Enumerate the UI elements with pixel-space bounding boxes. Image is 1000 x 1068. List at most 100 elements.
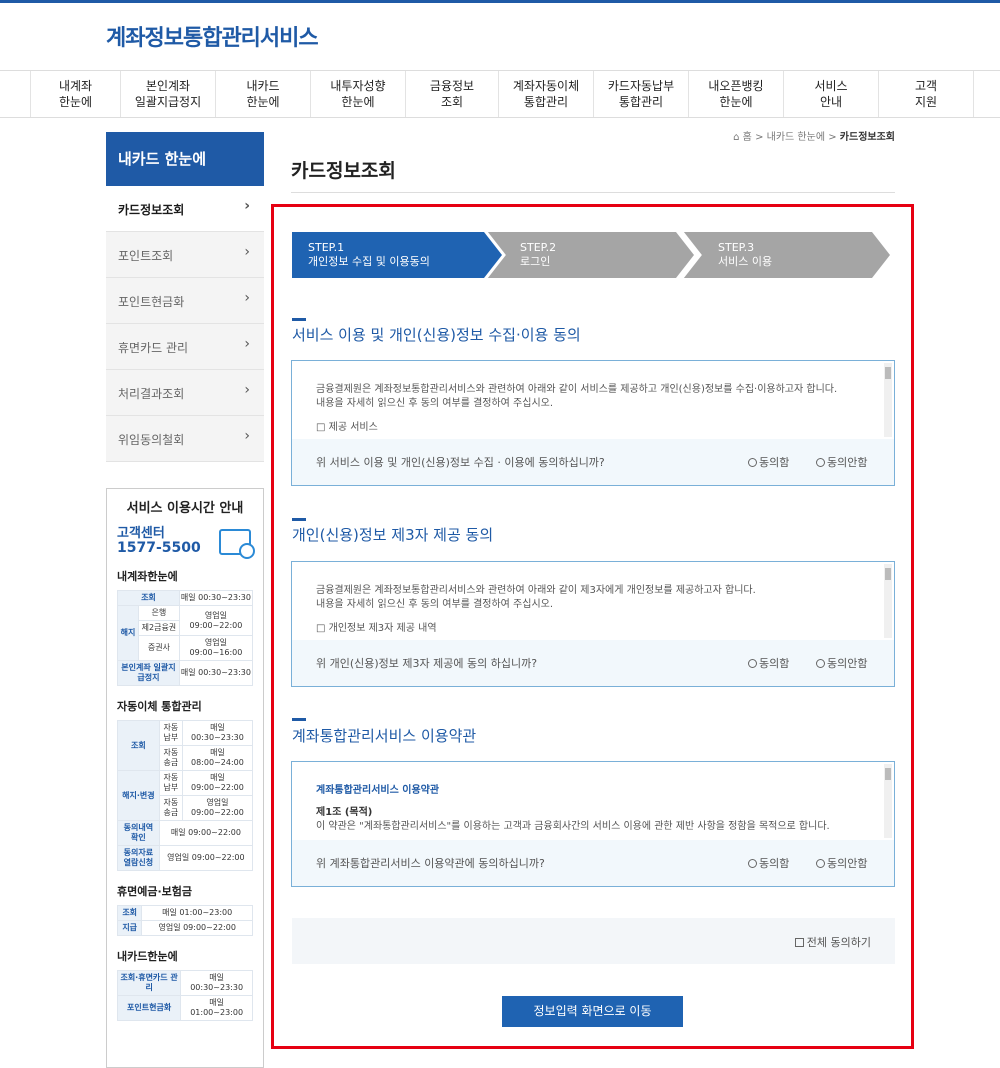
hours-cell: 영업일 09:00~22:00 xyxy=(178,605,254,636)
hours-table-accounts: 조회 매일 00:30~23:30 해지 은행 영업일 09:00~22:00 제2금… xyxy=(117,590,254,686)
hours-cell: 자동납부 xyxy=(158,720,183,746)
go-to-input-button[interactable]: 정보입력 화면으로 이동 xyxy=(502,996,683,1027)
gnb-item-my-accounts[interactable]: 내계좌 한눈에 xyxy=(31,71,121,117)
radio-label: 동의안함 xyxy=(827,456,868,469)
hours-cell: 해지·변경 xyxy=(117,770,160,821)
gnb-label: 내계좌 한눈에 xyxy=(58,79,93,109)
terms-text: □ 제공 서비스 xyxy=(316,422,378,433)
side-nav-item-results[interactable]: 처리결과조회 › xyxy=(106,370,264,416)
side-nav-label: 처리결과조회 xyxy=(118,387,185,401)
chevron-right-icon: › xyxy=(244,382,250,398)
hours-table-dormant: 조회 매일 01:00~23:00 지급 영업일 09:00~22:00 xyxy=(116,905,253,936)
gnb-item-auto-transfer[interactable]: 계좌자동이체 통합관리 xyxy=(499,71,594,117)
scrollbar[interactable] xyxy=(884,564,892,638)
agree-radio[interactable]: 동의함 xyxy=(748,855,789,871)
chevron-right-icon: › xyxy=(244,290,250,306)
hours-cell: 해지 xyxy=(117,605,139,661)
step-label: 개인정보 수집 및 이용동의 xyxy=(308,255,430,268)
gnb-item-finance-info[interactable]: 금융정보 조회 xyxy=(406,71,499,117)
section-title-consent: 서비스 이용 및 개인(신용)정보 수집·이용 동의 xyxy=(292,326,581,344)
consent-question-row: 위 계좌통합관리서비스 이용약관에 동의하십니까? 동의함 동의안함 xyxy=(292,840,894,886)
radio-circle-icon xyxy=(816,659,825,668)
disagree-radio[interactable]: 동의안함 xyxy=(816,855,867,871)
gnb-label: 본인계좌 일괄지급정지 xyxy=(134,79,202,109)
radio-label: 동의안함 xyxy=(827,857,868,870)
side-nav-item-point-cash[interactable]: 포인트현금화 › xyxy=(106,278,264,324)
gnb-item-open-banking[interactable]: 내오픈뱅킹 한눈에 xyxy=(689,71,784,117)
terms-text: 금융결제원은 계좌정보통합관리서비스와 관련하여 아래와 같이 제3자에게 개인… xyxy=(316,585,756,596)
breadcrumb-current: 카드정보조회 xyxy=(839,132,895,143)
side-nav-label: 휴면카드 관리 xyxy=(118,341,189,355)
consent-question: 위 개인(신용)정보 제3자 제공에 동의 하십니까? xyxy=(316,657,538,670)
side-nav-label: 포인트현금화 xyxy=(118,295,185,309)
terms-heading: 계좌통합관리서비스 이용약관 xyxy=(316,785,440,796)
hours-cell: 매일 00:30~23:30 xyxy=(181,720,254,746)
service-hours-box: 서비스 이용시간 안내 고객센터 1577-5500 내계좌한눈에 조회 매일 0… xyxy=(106,488,264,1068)
hours-cell: 조회 xyxy=(117,590,180,606)
radio-label: 동의안함 xyxy=(827,657,868,670)
all-agree-label: 전체 동의하기 xyxy=(806,936,871,949)
hours-section-title: 내계좌한눈에 xyxy=(117,570,178,583)
gnb-item-card-autopay[interactable]: 카드자동납부 통합관리 xyxy=(594,71,689,117)
global-nav: 내계좌 한눈에 본인계좌 일괄지급정지 내카드 한눈에 내투자성향 한눈에 금융… xyxy=(0,70,1000,118)
agree-radio[interactable]: 동의함 xyxy=(748,454,789,470)
radio-circle-icon xyxy=(748,458,757,467)
breadcrumb-home[interactable]: 홈 xyxy=(743,132,752,143)
breadcrumb-separator: > xyxy=(755,132,764,143)
consent-question: 위 서비스 이용 및 개인(신용)정보 수집 · 이용에 동의하십니까? xyxy=(316,456,605,469)
gnb-spacer xyxy=(0,71,31,117)
consent-box-service: 금융결제원은 계좌정보통합관리서비스와 관련하여 아래와 같이 서비스를 제공하… xyxy=(291,360,895,486)
side-nav-item-dormant-card[interactable]: 휴면카드 관리 › xyxy=(106,324,264,370)
hours-cell: 매일 01:00~23:00 xyxy=(180,995,253,1021)
chevron-right-icon: › xyxy=(244,244,250,260)
gnb-label: 내카드 한눈에 xyxy=(246,79,280,109)
hours-cell: 자동송금 xyxy=(158,745,183,771)
hours-cell: 영업일 09:00~22:00 xyxy=(141,920,253,936)
terms-text: 내용을 자세히 읽으신 후 동의 여부를 결정하여 주십시오. xyxy=(316,398,554,409)
gnb-item-my-cards[interactable]: 내카드 한눈에 xyxy=(216,71,311,117)
hours-cell: 조회·휴면카드 관리 xyxy=(116,970,182,996)
terms-scroll-area[interactable]: 금융결제원은 계좌정보통합관리서비스와 관련하여 아래와 같이 서비스를 제공하… xyxy=(292,361,894,439)
hours-cell: 매일 00:30~23:30 xyxy=(178,660,254,686)
terms-text: 내용을 자세히 읽으신 후 동의 여부를 결정하여 주십시오. xyxy=(316,599,554,610)
terms-text: 이 약관은 "계좌통합관리서비스"를 이용하는 고객과 금융회사간의 서비스 이… xyxy=(316,821,830,832)
home-icon[interactable]: ⌂ xyxy=(733,132,739,143)
hours-cell: 매일 01:00~23:00 xyxy=(141,905,253,921)
terms-scroll-area[interactable]: 계좌통합관리서비스 이용약관 제1조 (목적) 이 약관은 "계좌통합관리서비스… xyxy=(292,762,894,840)
side-nav-item-consent-withdraw[interactable]: 위임동의철회 › xyxy=(106,416,264,462)
hours-cell: 동의자료 열람신청 xyxy=(117,845,160,871)
breadcrumb: ⌂ 홈 > 내카드 한눈에 > 카드정보조회 xyxy=(733,128,895,143)
site-logo[interactable]: 계좌정보통합관리서비스 xyxy=(106,20,319,52)
side-nav-label: 카드정보조회 xyxy=(118,203,185,217)
terms-scroll-area[interactable]: 금융결제원은 계좌정보통합관리서비스와 관련하여 아래와 같이 제3자에게 개인… xyxy=(292,562,894,640)
gnb-item-investment[interactable]: 내투자성향 한눈에 xyxy=(311,71,406,117)
disagree-radio[interactable]: 동의안함 xyxy=(816,655,867,671)
gnb-item-service-guide[interactable]: 서비스 안내 xyxy=(784,71,879,117)
gnb-item-payment-stop[interactable]: 본인계좌 일괄지급정지 xyxy=(121,71,216,117)
hours-cell: 포인트현금화 xyxy=(116,995,182,1021)
side-nav-item-points[interactable]: 포인트조회 › xyxy=(106,232,264,278)
scrollbar[interactable] xyxy=(884,764,892,838)
step-label: 로그인 xyxy=(520,255,551,268)
section-marker xyxy=(292,318,306,321)
scrollbar[interactable] xyxy=(884,363,892,437)
radio-circle-icon xyxy=(816,859,825,868)
section-marker xyxy=(292,518,306,521)
hours-cell: 영업일 09:00~16:00 xyxy=(178,635,254,661)
hours-cell: 은행 xyxy=(137,605,180,621)
hours-cell: 매일 09:00~22:00 xyxy=(158,820,254,846)
chevron-right-icon: › xyxy=(244,428,250,444)
hours-cell: 조회 xyxy=(117,720,160,771)
step-number: STEP.2 xyxy=(520,241,557,254)
disagree-radio[interactable]: 동의안함 xyxy=(816,454,867,470)
side-nav-item-card-info[interactable]: 카드정보조회 › xyxy=(106,186,264,232)
gnb-label: 내투자성향 한눈에 xyxy=(330,79,386,109)
gnb-item-support[interactable]: 고객 지원 xyxy=(879,71,974,117)
section-title-third-party: 개인(신용)정보 제3자 제공 동의 xyxy=(292,526,494,544)
step-label: 서비스 이용 xyxy=(718,255,773,268)
breadcrumb-level1[interactable]: 내카드 한눈에 xyxy=(767,132,825,143)
agree-radio[interactable]: 동의함 xyxy=(748,655,789,671)
all-agree-checkbox[interactable]: 전체 동의하기 xyxy=(794,934,871,950)
all-agree-row: 전체 동의하기 xyxy=(292,918,895,964)
gnb-label: 고객 지원 xyxy=(914,79,938,109)
